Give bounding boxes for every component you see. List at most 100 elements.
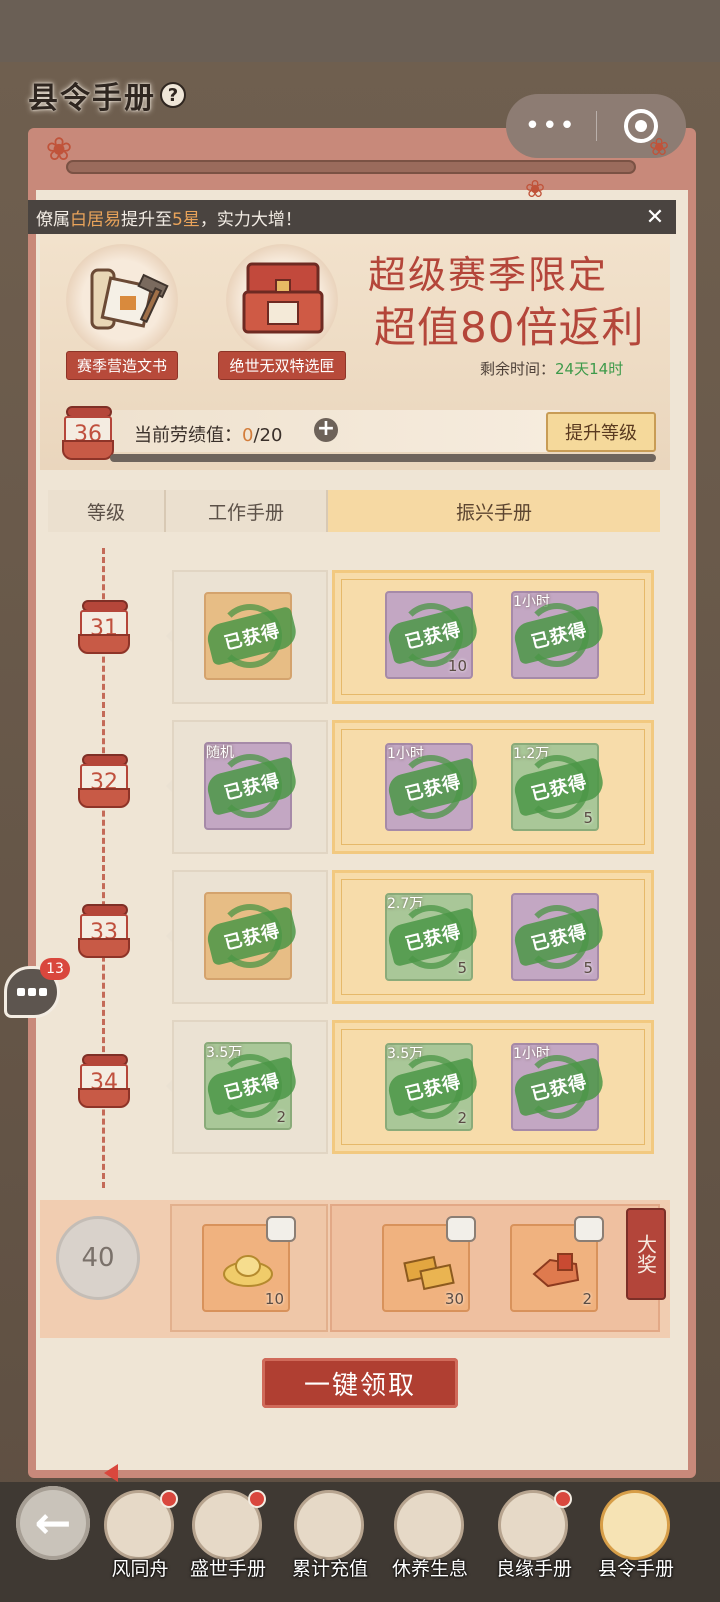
back-button[interactable]: ←	[16, 1486, 90, 1560]
scroll-rod	[66, 160, 636, 174]
treasure-item[interactable]: 2	[510, 1216, 604, 1312]
season-document-item[interactable]: 赛季营造文书	[52, 244, 192, 380]
nav-label: 风同舟	[111, 1558, 169, 1580]
current-level-badge: 36	[60, 406, 116, 462]
final-level-badge: 40	[56, 1216, 140, 1300]
item-count: 30	[444, 1290, 464, 1308]
reward-row: 32 随机 已获得 1小时 已获得 1.2万 已获得 5	[48, 718, 660, 868]
reward-item[interactable]: 3.5万 已获得 2	[385, 1043, 481, 1131]
page-header: 县令手册 ?	[14, 72, 200, 118]
upgrade-level-button[interactable]: 提升等级	[546, 412, 656, 452]
reward-item[interactable]: 1小时 已获得	[511, 1043, 607, 1131]
chat-unread-badge: 13	[40, 958, 70, 980]
final-free-cell: 10	[170, 1204, 328, 1332]
remaining-time: 剩余时间：24天14时	[480, 358, 623, 379]
more-button[interactable]: •••	[506, 94, 596, 158]
exp-label-text: 当前劳绩值：	[134, 425, 242, 446]
tab-revive-manual[interactable]: 振兴手册	[328, 490, 660, 532]
notice-middle: 提升至	[121, 209, 172, 230]
nav-item-marriage-manual[interactable]: 良缘手册	[486, 1490, 582, 1600]
reward-item[interactable]: 随机 已获得	[204, 742, 300, 830]
reward-item[interactable]: 1小时 已获得	[511, 591, 607, 679]
promo-title: 超级赛季限定	[368, 253, 609, 297]
scroll-hammer-icon	[66, 244, 178, 356]
level-badge: 31	[76, 600, 132, 656]
lock-icon	[574, 1216, 604, 1242]
paid-reward-cell: 3.5万 已获得 2 1小时 已获得	[332, 1020, 654, 1154]
free-reward-cell: 3.5万 已获得 2	[172, 1020, 328, 1154]
teapot-icon	[394, 1490, 464, 1560]
paid-reward-cell: 2.7万 已获得 5 已获得 5	[332, 870, 654, 1004]
reward-row: 33 已获得 2.7万 已获得 5 已获得 5	[48, 868, 660, 1018]
reward-item[interactable]: 已获得 10	[385, 591, 481, 679]
nav-item-magistrate-manual[interactable]: 县令手册	[588, 1490, 684, 1600]
reward-item[interactable]: 已获得	[204, 592, 300, 680]
reward-item[interactable]: 已获得	[204, 892, 300, 980]
nav-label: 县令手册	[597, 1558, 674, 1580]
notice-suffix: ，实力大增！	[199, 209, 302, 230]
free-reward-cell: 随机 已获得	[172, 720, 328, 854]
tab-work-manual[interactable]: 工作手册	[166, 490, 328, 532]
maple-leaf-icon: ❀	[648, 133, 670, 161]
gold-bar-icon	[403, 1255, 455, 1291]
page-title: 县令手册	[28, 81, 156, 116]
tab-bar: 等级 工作手册 振兴手册	[48, 490, 660, 532]
lock-icon	[446, 1216, 476, 1242]
level-badge: 32	[76, 754, 132, 810]
reward-item[interactable]: 1.2万 已获得 5	[511, 743, 607, 831]
tab-level[interactable]: 等级	[48, 490, 166, 532]
exp-label: 当前劳绩值：0/20	[134, 421, 282, 447]
gold-ingot-item[interactable]: 10	[202, 1216, 296, 1312]
level-badge: 34	[76, 1054, 132, 1110]
exp-underline	[110, 454, 656, 462]
level-badge: 33	[76, 904, 132, 960]
coin-pile-icon	[294, 1490, 364, 1560]
nav-label: 盛世手册	[189, 1558, 266, 1580]
gold-ingot-icon	[223, 1255, 273, 1287]
item-count: 2	[582, 1290, 592, 1308]
nav-item-same-boat[interactable]: 风同舟	[92, 1490, 188, 1600]
claim-all-button[interactable]: 一键领取	[262, 1358, 458, 1408]
reward-item[interactable]: 1小时 已获得	[385, 743, 481, 831]
reward-row: 34 3.5万 已获得 2 3.5万 已获得 2 1小时 已获得	[48, 1018, 660, 1168]
red-dot-badge	[160, 1490, 178, 1508]
exp-max: /20	[253, 425, 283, 446]
timer-label: 剩余时间：	[480, 360, 556, 378]
notice-name: 白居易	[70, 209, 121, 230]
grand-prize-tag: 大奖	[626, 1208, 666, 1300]
paid-reward-cell: 已获得 10 1小时 已获得	[332, 570, 654, 704]
gold-bar-item[interactable]: 30	[382, 1216, 476, 1312]
notice-prefix: 僚属	[36, 209, 70, 230]
top-background	[0, 0, 720, 62]
free-reward-cell: 已获得	[172, 570, 328, 704]
season-document-label: 赛季营造文书	[65, 351, 178, 380]
notice-bar: 僚属 白居易 提升至 5星 ，实力大增！	[28, 200, 676, 234]
item-count: 10	[264, 1290, 284, 1308]
timer-value: 24天14时	[555, 360, 624, 378]
help-icon[interactable]: ?	[160, 82, 186, 108]
notice-star: 5星	[172, 209, 200, 230]
red-dot-badge	[554, 1490, 572, 1508]
nav-label: 良缘手册	[495, 1558, 572, 1580]
nav-item-prosperity-manual[interactable]: 盛世手册	[180, 1490, 276, 1600]
nav-label: 累计充值	[291, 1558, 368, 1580]
nav-item-recuperate[interactable]: 休养生息	[382, 1490, 478, 1600]
add-exp-button[interactable]: +	[314, 418, 338, 442]
red-dot-badge	[248, 1490, 266, 1508]
reward-item[interactable]: 3.5万 已获得 2	[204, 1042, 300, 1130]
lock-icon	[266, 1216, 296, 1242]
exp-current: 0	[242, 425, 254, 446]
nav-label: 休养生息	[391, 1558, 468, 1580]
special-box-item[interactable]: 绝世无双特选匣	[212, 244, 352, 380]
reward-item[interactable]: 2.7万 已获得 5	[385, 893, 481, 981]
nav-item-cumulative-recharge[interactable]: 累计充值	[282, 1490, 378, 1600]
book-icon	[600, 1490, 670, 1560]
promo-subtitle: 超值80倍返利	[374, 303, 645, 352]
notice-close-icon[interactable]: ✕	[640, 203, 670, 231]
paid-reward-cell: 1小时 已获得 1.2万 已获得 5	[332, 720, 654, 854]
treasure-icon	[532, 1253, 580, 1288]
reward-item[interactable]: 已获得 5	[511, 893, 607, 981]
nav-scroll-arrow-icon[interactable]	[104, 1464, 118, 1482]
final-paid-cell: 30 2	[330, 1204, 660, 1332]
treasure-chest-icon	[226, 244, 338, 356]
